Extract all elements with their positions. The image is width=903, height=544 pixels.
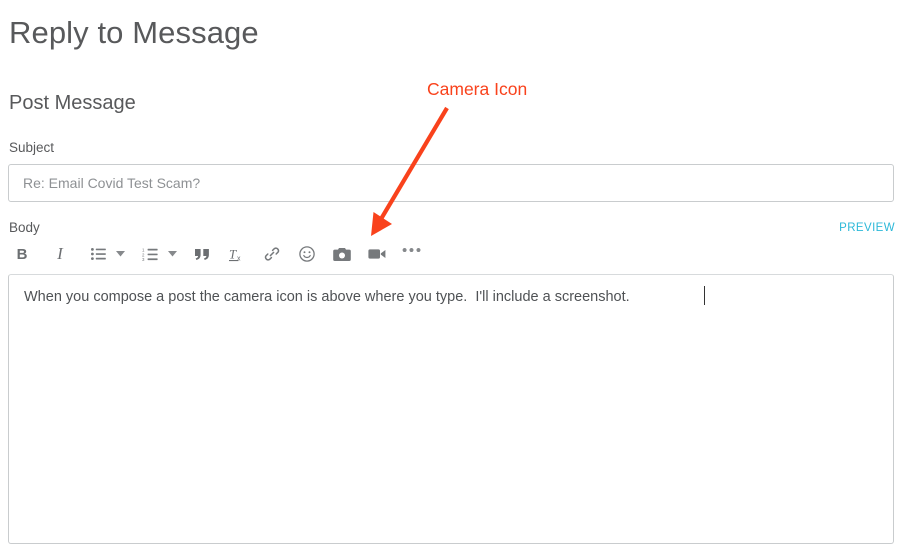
bullet-list-icon [90, 248, 106, 260]
link-button[interactable] [258, 241, 286, 267]
camera-button[interactable] [328, 241, 356, 267]
video-camera-icon [368, 248, 386, 260]
editor-toolbar: B I 1 2 3 T x ••• [8, 240, 894, 268]
subject-input[interactable] [8, 164, 894, 202]
numbered-list-dropdown[interactable] [164, 241, 181, 267]
numbered-list-icon: 1 2 3 [142, 248, 158, 261]
clear-formatting-button[interactable]: T x [223, 241, 251, 267]
page-title: Reply to Message [9, 15, 259, 50]
body-textarea[interactable] [8, 274, 894, 544]
bullet-list-button[interactable] [84, 241, 112, 267]
section-heading: Post Message [9, 92, 136, 114]
clear-formatting-icon: T x [228, 247, 246, 262]
camera-icon [333, 247, 351, 262]
annotation-label: Camera Icon [427, 79, 528, 99]
emoji-button[interactable] [293, 241, 321, 267]
video-button[interactable] [363, 241, 391, 267]
blockquote-button[interactable] [188, 241, 216, 267]
link-icon [264, 246, 280, 262]
italic-button[interactable]: I [46, 241, 74, 267]
chevron-down-icon [116, 251, 125, 257]
subject-label: Subject [9, 140, 55, 155]
emoji-icon [299, 246, 315, 262]
chevron-down-icon [168, 251, 177, 257]
body-label: Body [9, 220, 40, 235]
numbered-list-button[interactable]: 1 2 3 [136, 241, 164, 267]
svg-text:3: 3 [142, 257, 145, 261]
preview-link[interactable]: PREVIEW [839, 222, 895, 234]
bold-button[interactable]: B [8, 241, 36, 267]
quote-icon [194, 248, 210, 260]
bullet-list-dropdown[interactable] [112, 241, 129, 267]
text-cursor [704, 286, 705, 305]
svg-text:T: T [229, 247, 237, 262]
more-options-button[interactable]: ••• [398, 238, 426, 264]
body-text-content: When you compose a post the camera icon … [24, 289, 630, 305]
